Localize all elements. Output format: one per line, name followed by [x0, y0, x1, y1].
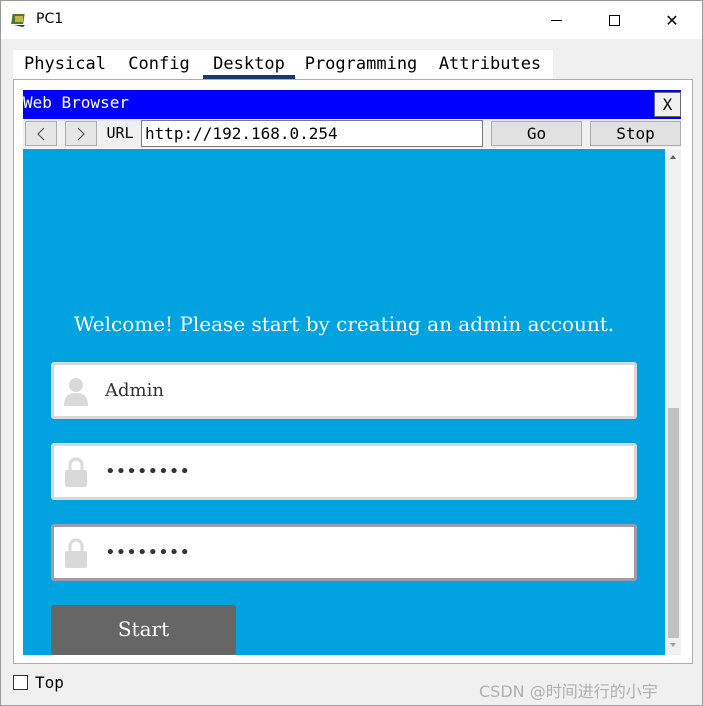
back-button[interactable]: [25, 121, 57, 146]
user-icon: [64, 378, 88, 406]
browser-viewport: Welcome! Please start by creating an adm…: [23, 149, 665, 655]
go-button[interactable]: Go: [491, 121, 582, 146]
tab-attributes[interactable]: Attributes: [431, 50, 549, 79]
vertical-scrollbar[interactable]: [665, 149, 681, 655]
top-checkbox-label: Top: [35, 673, 64, 692]
stop-button[interactable]: Stop: [590, 121, 681, 146]
top-checkbox[interactable]: [13, 675, 28, 690]
scroll-down-arrow-icon[interactable]: [665, 639, 681, 651]
password-field[interactable]: ••••••••: [51, 443, 637, 500]
tab-programming[interactable]: Programming: [299, 50, 423, 79]
confirm-password-field[interactable]: ••••••••: [51, 524, 637, 581]
web-browser-close-button[interactable]: X: [654, 92, 681, 117]
minimize-button[interactable]: [527, 1, 585, 39]
confirm-password-value: ••••••••: [105, 542, 190, 563]
tab-desktop[interactable]: Desktop: [203, 50, 295, 79]
window-title: PC1: [36, 11, 64, 27]
start-button[interactable]: Start: [51, 605, 236, 655]
browser-nav-bar: URL Go Stop: [23, 119, 681, 148]
scroll-up-arrow-icon[interactable]: [665, 151, 681, 163]
lock-icon: [65, 457, 87, 487]
close-icon: ✕: [665, 10, 679, 30]
username-field[interactable]: Admin: [51, 362, 637, 419]
forward-button[interactable]: [65, 121, 97, 146]
minimize-icon: [550, 19, 562, 21]
watermark: CSDN @时间进行的小宇: [479, 682, 658, 701]
tab-physical[interactable]: Physical: [13, 50, 117, 79]
tab-bar: Physical Config Desktop Programming Attr…: [13, 50, 553, 79]
scrollbar-thumb[interactable]: [668, 408, 679, 638]
web-browser-title: Web Browser: [23, 93, 129, 112]
maximize-button[interactable]: [585, 1, 643, 39]
welcome-message: Welcome! Please start by creating an adm…: [73, 312, 615, 336]
close-button[interactable]: ✕: [643, 1, 701, 39]
username-value: Admin: [105, 380, 164, 401]
url-label: URL: [106, 124, 134, 142]
chevron-left-icon: [37, 127, 45, 140]
packet-tracer-pc-icon: [11, 14, 25, 27]
url-input[interactable]: [141, 120, 483, 147]
chevron-right-icon: [77, 127, 85, 140]
pc1-window: PC1 ✕ Physical Config Desktop Programmin…: [0, 0, 703, 706]
title-bar: PC1 ✕: [1, 1, 702, 39]
lock-icon: [65, 538, 87, 568]
web-browser-header: Web Browser X: [23, 90, 681, 119]
maximize-icon: [608, 14, 620, 26]
tab-config[interactable]: Config: [119, 50, 199, 79]
password-value: ••••••••: [105, 461, 190, 482]
